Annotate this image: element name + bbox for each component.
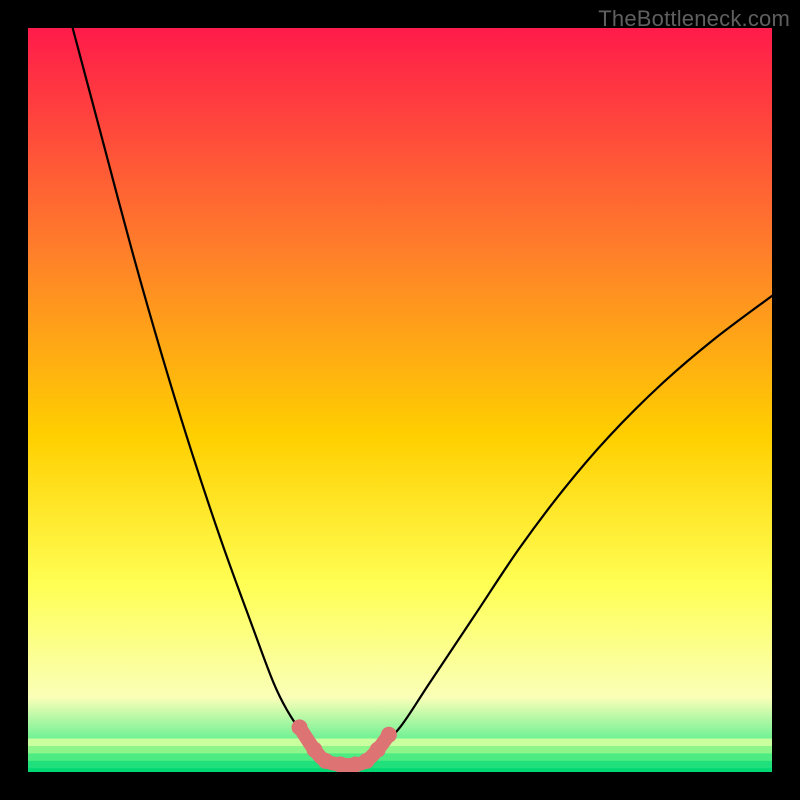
marker-point xyxy=(332,757,348,772)
marker-point xyxy=(318,753,334,769)
chart-container: TheBottleneck.com xyxy=(0,0,800,800)
chart-svg xyxy=(28,28,772,772)
marker-point xyxy=(381,727,397,743)
marker-point xyxy=(292,719,308,735)
marker-point xyxy=(370,742,386,758)
green-band xyxy=(28,739,772,773)
gradient-background xyxy=(28,28,772,772)
plot-area xyxy=(28,28,772,772)
green-stripe xyxy=(28,768,772,772)
